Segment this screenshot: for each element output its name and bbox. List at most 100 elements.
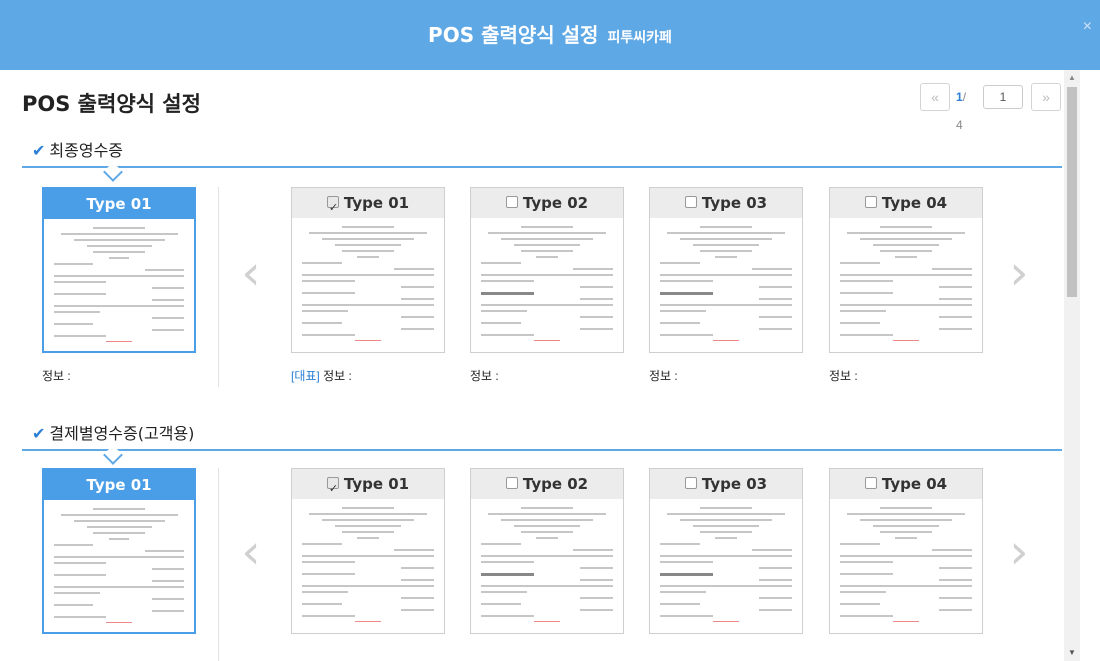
type-card[interactable]: Type 03	[649, 187, 803, 353]
receipt-text-line	[151, 580, 184, 582]
receipt-text-line	[580, 609, 613, 611]
card-title: Type 01	[44, 470, 194, 500]
receipt-text-line	[660, 322, 700, 324]
selected-type-card[interactable]: Type 01	[42, 187, 196, 353]
receipt-text-line	[394, 549, 434, 551]
receipt-text-line	[481, 262, 521, 264]
receipt-text-line	[879, 226, 933, 228]
vertical-scrollbar[interactable]: ▲ ▼	[1064, 70, 1080, 661]
scroll-down-icon[interactable]: ▼	[1064, 645, 1080, 661]
type-checkbox[interactable]	[684, 476, 697, 489]
receipt-text-line	[712, 340, 740, 341]
carousel-prev-icon[interactable]: ‹	[236, 248, 266, 298]
receipt-text-line	[660, 573, 713, 576]
receipt-text-line	[693, 244, 759, 246]
type-card[interactable]: Type 04	[829, 187, 983, 353]
info-label: 정보 :	[323, 369, 352, 383]
receipt-preview	[840, 507, 972, 625]
receipt-text-line	[302, 573, 355, 575]
type-checkbox[interactable]	[864, 476, 877, 489]
receipt-text-line	[840, 555, 972, 557]
modal-title-main: POS 출력양식 설정	[428, 23, 599, 47]
carousel-next-icon[interactable]: ›	[1004, 248, 1034, 298]
receipt-text-line	[321, 519, 415, 521]
type-checkbox[interactable]	[505, 476, 518, 489]
receipt-text-line	[660, 555, 792, 557]
type-card[interactable]: Type 03	[649, 468, 803, 634]
receipt-preview	[54, 508, 184, 624]
receipt-text-line	[54, 604, 93, 606]
carousel-next-icon[interactable]: ›	[1004, 527, 1034, 577]
carousel-prev-icon[interactable]: ‹	[236, 527, 266, 577]
receipt-text-line	[401, 567, 434, 569]
type-checkbox[interactable]	[864, 195, 877, 208]
receipt-preview	[302, 226, 434, 344]
receipt-text-line	[54, 323, 93, 325]
receipt-text-line	[93, 532, 145, 534]
receipt-text-line	[302, 322, 342, 324]
type-checkbox[interactable]	[326, 474, 339, 504]
card-title-label: Type 01	[343, 194, 410, 212]
card-title: Type 04	[830, 188, 982, 218]
scrollbar-thumb[interactable]	[1067, 87, 1077, 297]
receipt-preview	[54, 227, 184, 343]
receipt-text-line	[840, 603, 880, 605]
receipt-text-line	[108, 538, 130, 540]
receipt-text-line	[481, 304, 613, 306]
card-title-label: Type 04	[881, 475, 948, 493]
receipt-text-line	[54, 616, 106, 618]
next-page-button[interactable]: »	[1031, 83, 1061, 111]
card-title-label: Type 03	[701, 475, 768, 493]
card-title: Type 02	[471, 188, 623, 218]
card-title: Type 03	[650, 469, 802, 499]
type-card-info: [대표] 정보 :	[291, 367, 352, 384]
receipt-text-line	[939, 328, 972, 330]
receipt-text-line	[481, 292, 534, 295]
receipt-text-line	[573, 549, 613, 551]
receipt-text-line	[759, 286, 792, 288]
receipt-text-line	[487, 232, 607, 234]
receipt-text-line	[580, 597, 613, 599]
receipt-text-line	[341, 250, 395, 252]
receipt-text-line	[302, 543, 342, 545]
check-icon: ✔	[32, 141, 46, 160]
receipt-text-line	[536, 256, 558, 258]
receipt-text-line	[487, 513, 607, 515]
receipt-text-line	[660, 274, 792, 276]
type-card[interactable]: Type 01	[291, 468, 445, 634]
receipt-text-line	[481, 334, 534, 336]
type-checkbox[interactable]	[505, 195, 518, 208]
receipt-text-line	[580, 286, 613, 288]
receipt-text-line	[580, 298, 613, 300]
receipt-text-line	[939, 567, 972, 569]
receipt-text-line	[54, 586, 184, 588]
receipt-text-line	[93, 227, 145, 229]
receipt-text-line	[759, 328, 792, 330]
receipt-text-line	[481, 322, 521, 324]
receipt-text-line	[840, 585, 972, 587]
prev-page-button[interactable]: «	[920, 83, 950, 111]
scroll-up-icon[interactable]: ▲	[1064, 70, 1080, 86]
receipt-text-line	[151, 287, 184, 289]
type-card[interactable]: Type 04	[829, 468, 983, 634]
selected-type-card[interactable]: Type 01	[42, 468, 196, 634]
receipt-text-line	[580, 328, 613, 330]
type-checkbox[interactable]	[684, 195, 697, 208]
receipt-text-line	[357, 256, 379, 258]
receipt-text-line	[401, 597, 434, 599]
receipt-text-line	[712, 621, 740, 622]
type-checkbox[interactable]	[326, 193, 339, 223]
page-number-input[interactable]: 1	[983, 85, 1023, 109]
receipt-text-line	[341, 507, 395, 509]
representative-tag-link[interactable]: [대표]	[291, 369, 320, 383]
card-title: Type 01	[292, 469, 444, 504]
receipt-text-line	[939, 609, 972, 611]
type-card[interactable]: Type 01	[291, 187, 445, 353]
receipt-text-line	[759, 567, 792, 569]
modal-title: POS 출력양식 설정 피투씨카페	[0, 0, 1100, 70]
type-card[interactable]: Type 02	[470, 468, 624, 634]
card-title: Type 01	[44, 189, 194, 219]
receipt-text-line	[939, 286, 972, 288]
close-icon[interactable]: ×	[1083, 18, 1092, 36]
type-card[interactable]: Type 02	[470, 187, 624, 353]
